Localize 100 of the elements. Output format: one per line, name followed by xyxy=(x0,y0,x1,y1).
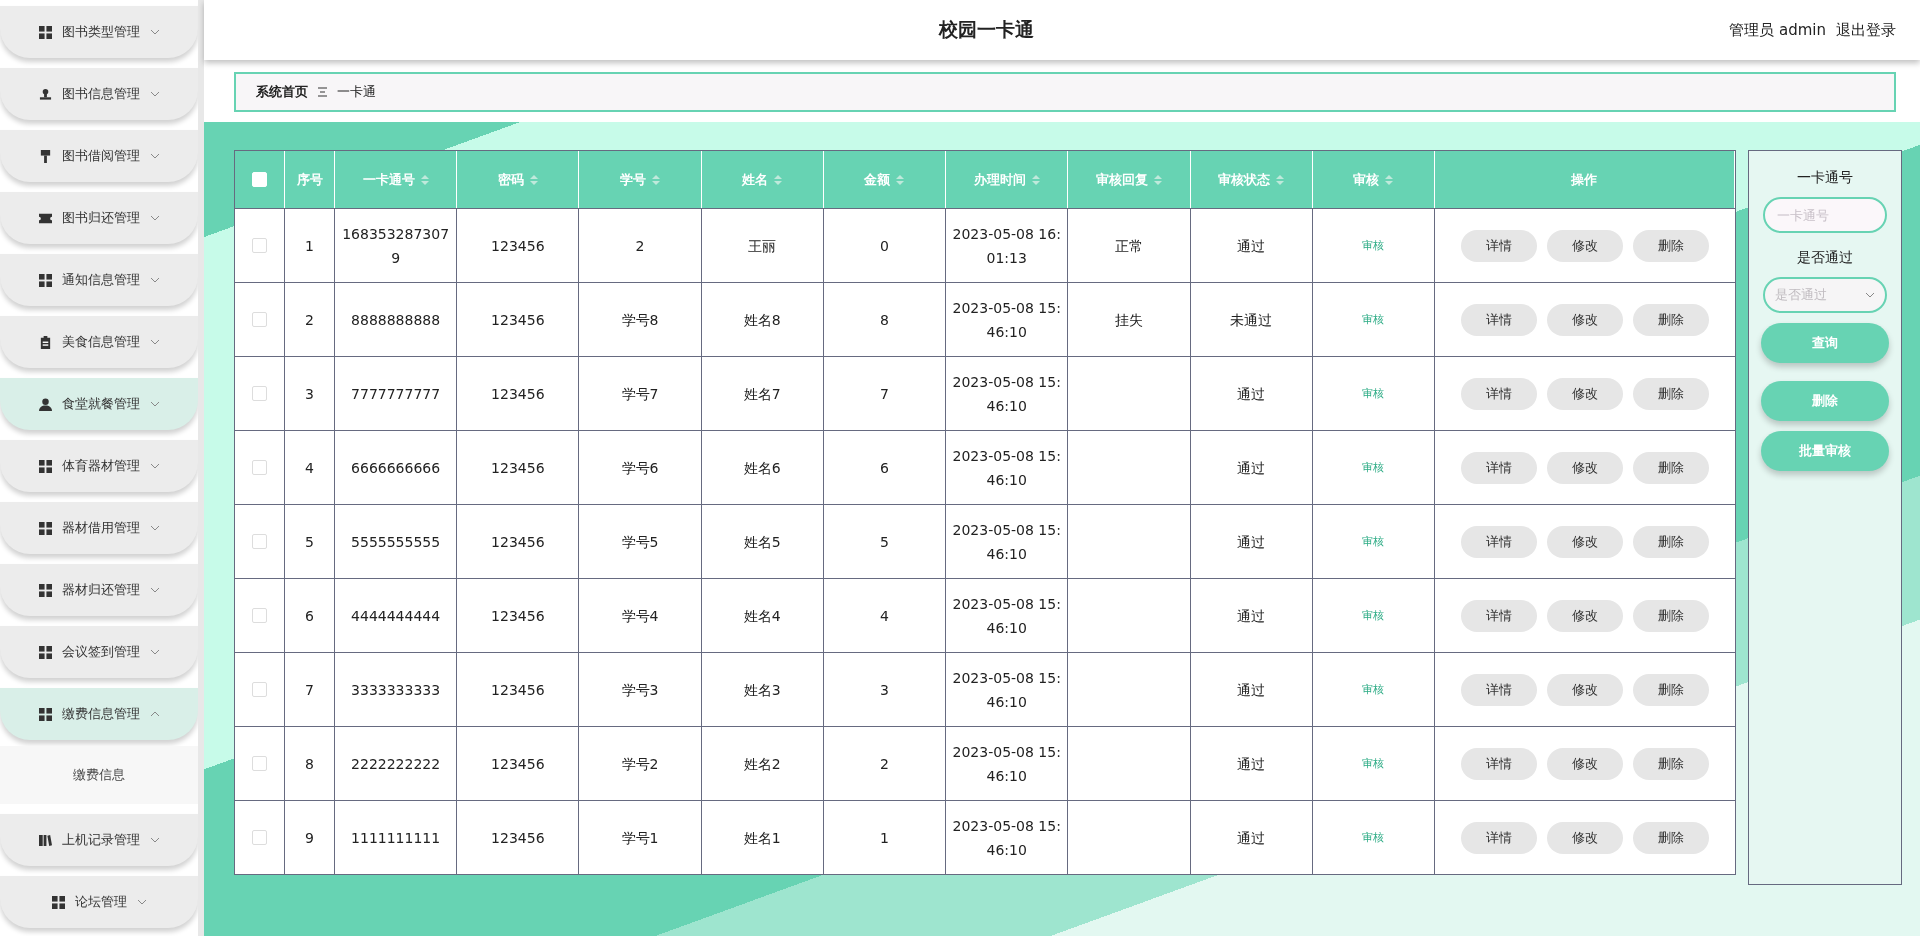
table-cell-text: 4444444444 xyxy=(351,606,441,626)
row-checkbox[interactable] xyxy=(252,238,267,253)
sort-icon[interactable] xyxy=(1276,174,1285,185)
sidebar-menu-item[interactable]: 图书信息管理 xyxy=(0,68,198,120)
chevron-down-icon xyxy=(149,339,160,345)
table-cell-text: 123456 xyxy=(491,236,545,256)
sort-icon[interactable] xyxy=(1031,174,1040,185)
sidebar-menu-item[interactable]: 食堂就餐管理 xyxy=(0,378,198,430)
row-checkbox[interactable] xyxy=(252,312,267,327)
table-cell-text: 3333333333 xyxy=(351,680,441,700)
table-cell-text: 学号4 xyxy=(621,606,659,626)
row-action-button[interactable]: 修改 xyxy=(1547,599,1623,632)
sort-icon[interactable] xyxy=(774,174,783,185)
separator-icon xyxy=(318,87,327,97)
row-action-button[interactable]: 删除 xyxy=(1633,303,1709,336)
column-header: 姓名 xyxy=(742,170,769,189)
row-checkbox[interactable] xyxy=(252,682,267,697)
column-header: 一卡通号 xyxy=(362,170,415,189)
row-action-button[interactable]: 详情 xyxy=(1461,377,1537,410)
sidebar-menu-item[interactable]: 上机记录管理 xyxy=(0,814,198,866)
sort-icon[interactable] xyxy=(652,174,661,185)
menu-label: 体育器材管理 xyxy=(61,457,140,475)
chevron-down-icon xyxy=(149,837,160,843)
row-action-button[interactable]: 修改 xyxy=(1547,673,1623,706)
table-cell-text: 9 xyxy=(305,828,314,848)
table-cell-text: 8 xyxy=(305,754,314,774)
table-cell-text: 学号5 xyxy=(621,532,659,552)
table-cell-text: 姓名8 xyxy=(743,310,781,330)
table-cell-text: 通过 xyxy=(1237,236,1266,256)
sort-icon[interactable] xyxy=(1385,174,1394,185)
row-action-button[interactable]: 修改 xyxy=(1547,377,1623,410)
sidebar-menu-item[interactable]: 图书借阅管理 xyxy=(0,130,198,182)
chevron-down-icon xyxy=(149,587,160,593)
row-action-button[interactable]: 删除 xyxy=(1633,821,1709,854)
row-action-button[interactable]: 删除 xyxy=(1633,525,1709,558)
sidebar-menu-item[interactable]: 美食信息管理 xyxy=(0,316,198,368)
page-title: 校园一卡通 xyxy=(937,17,1036,42)
row-action-button[interactable]: 修改 xyxy=(1547,525,1623,558)
row-action-button[interactable]: 详情 xyxy=(1461,821,1537,854)
row-action-button[interactable]: 详情 xyxy=(1461,525,1537,558)
row-checkbox[interactable] xyxy=(252,756,267,771)
sort-icon[interactable] xyxy=(529,174,538,185)
breadcrumb-home-link[interactable]: 系统首页 xyxy=(256,83,308,101)
table-cell-text: 姓名6 xyxy=(743,458,781,478)
sidebar-menu-item[interactable]: 会议签到管理 xyxy=(0,626,198,678)
table-cell-text: 1111111111 xyxy=(351,828,441,848)
row-action-button[interactable]: 删除 xyxy=(1633,377,1709,410)
menu-label: 论坛管理 xyxy=(74,893,127,911)
table-cell-text: 学号8 xyxy=(621,310,659,330)
table-cell-text: 123456 xyxy=(491,606,545,626)
row-action-button[interactable]: 详情 xyxy=(1461,451,1537,484)
row-action-button[interactable]: 删除 xyxy=(1633,599,1709,632)
table-cell-text: 0 xyxy=(880,236,889,256)
field-label: 一卡通号 xyxy=(1797,169,1853,187)
menu-label: 上机记录管理 xyxy=(61,831,140,849)
row-action-button[interactable]: 详情 xyxy=(1461,599,1537,632)
row-action-button[interactable]: 修改 xyxy=(1547,451,1623,484)
sidebar-submenu-item[interactable]: 缴费信息 xyxy=(0,746,198,804)
sort-icon[interactable] xyxy=(420,174,429,185)
sidebar-menu-item[interactable]: 器材归还管理 xyxy=(0,564,198,616)
sidebar-menu-item[interactable]: 论坛管理 xyxy=(0,876,198,928)
table-cell-text: 2023-05-08 15:46:10 xyxy=(952,372,1062,416)
user-name: 管理员 admin xyxy=(1729,20,1826,40)
row-action-button[interactable]: 详情 xyxy=(1461,303,1537,336)
row-action-button[interactable]: 详情 xyxy=(1461,673,1537,706)
book-icon xyxy=(38,833,52,847)
table-cell-text: 2023-05-08 15:46:10 xyxy=(952,298,1062,342)
table-cell-text: 王丽 xyxy=(748,236,777,256)
table-cell-text: 6 xyxy=(305,606,314,626)
row-action-button[interactable]: 删除 xyxy=(1633,229,1709,262)
row-action-button[interactable]: 删除 xyxy=(1633,451,1709,484)
row-action-button[interactable]: 修改 xyxy=(1547,229,1623,262)
row-checkbox[interactable] xyxy=(252,830,267,845)
row-action-button[interactable]: 详情 xyxy=(1461,229,1537,262)
row-checkbox[interactable] xyxy=(252,460,267,475)
table-cell-text: 1683532873079 xyxy=(341,224,451,268)
table-cell-text: 姓名2 xyxy=(743,754,781,774)
table-cell-text: 5555555555 xyxy=(351,532,441,552)
sidebar-menu-item[interactable]: 体育器材管理 xyxy=(0,440,198,492)
row-checkbox[interactable] xyxy=(252,608,267,623)
sort-icon[interactable] xyxy=(1153,174,1162,185)
row-action-button[interactable]: 删除 xyxy=(1633,673,1709,706)
row-action-button[interactable]: 删除 xyxy=(1633,747,1709,780)
row-action-button[interactable]: 详情 xyxy=(1461,747,1537,780)
sidebar-menu-item[interactable]: 器材借用管理 xyxy=(0,502,198,554)
row-checkbox[interactable] xyxy=(252,534,267,549)
row-action-button[interactable]: 修改 xyxy=(1547,303,1623,336)
sidebar-menu-item[interactable]: 通知信息管理 xyxy=(0,254,198,306)
select-all-checkbox[interactable] xyxy=(252,172,267,187)
row-action-button[interactable]: 修改 xyxy=(1547,747,1623,780)
chevron-up-icon xyxy=(149,711,160,717)
sidebar-menu-item[interactable]: 图书归还管理 xyxy=(0,192,198,244)
sidebar-menu-item[interactable]: 图书类型管理 xyxy=(0,6,198,58)
row-action-button[interactable]: 修改 xyxy=(1547,821,1623,854)
logout-link[interactable]: 退出登录 xyxy=(1836,20,1896,40)
table-cell-text: 未通过 xyxy=(1230,310,1273,330)
clipboard-icon xyxy=(38,335,52,349)
sort-icon[interactable] xyxy=(896,174,905,185)
sidebar-menu-item[interactable]: 缴费信息管理 xyxy=(0,688,198,740)
row-checkbox[interactable] xyxy=(252,386,267,401)
